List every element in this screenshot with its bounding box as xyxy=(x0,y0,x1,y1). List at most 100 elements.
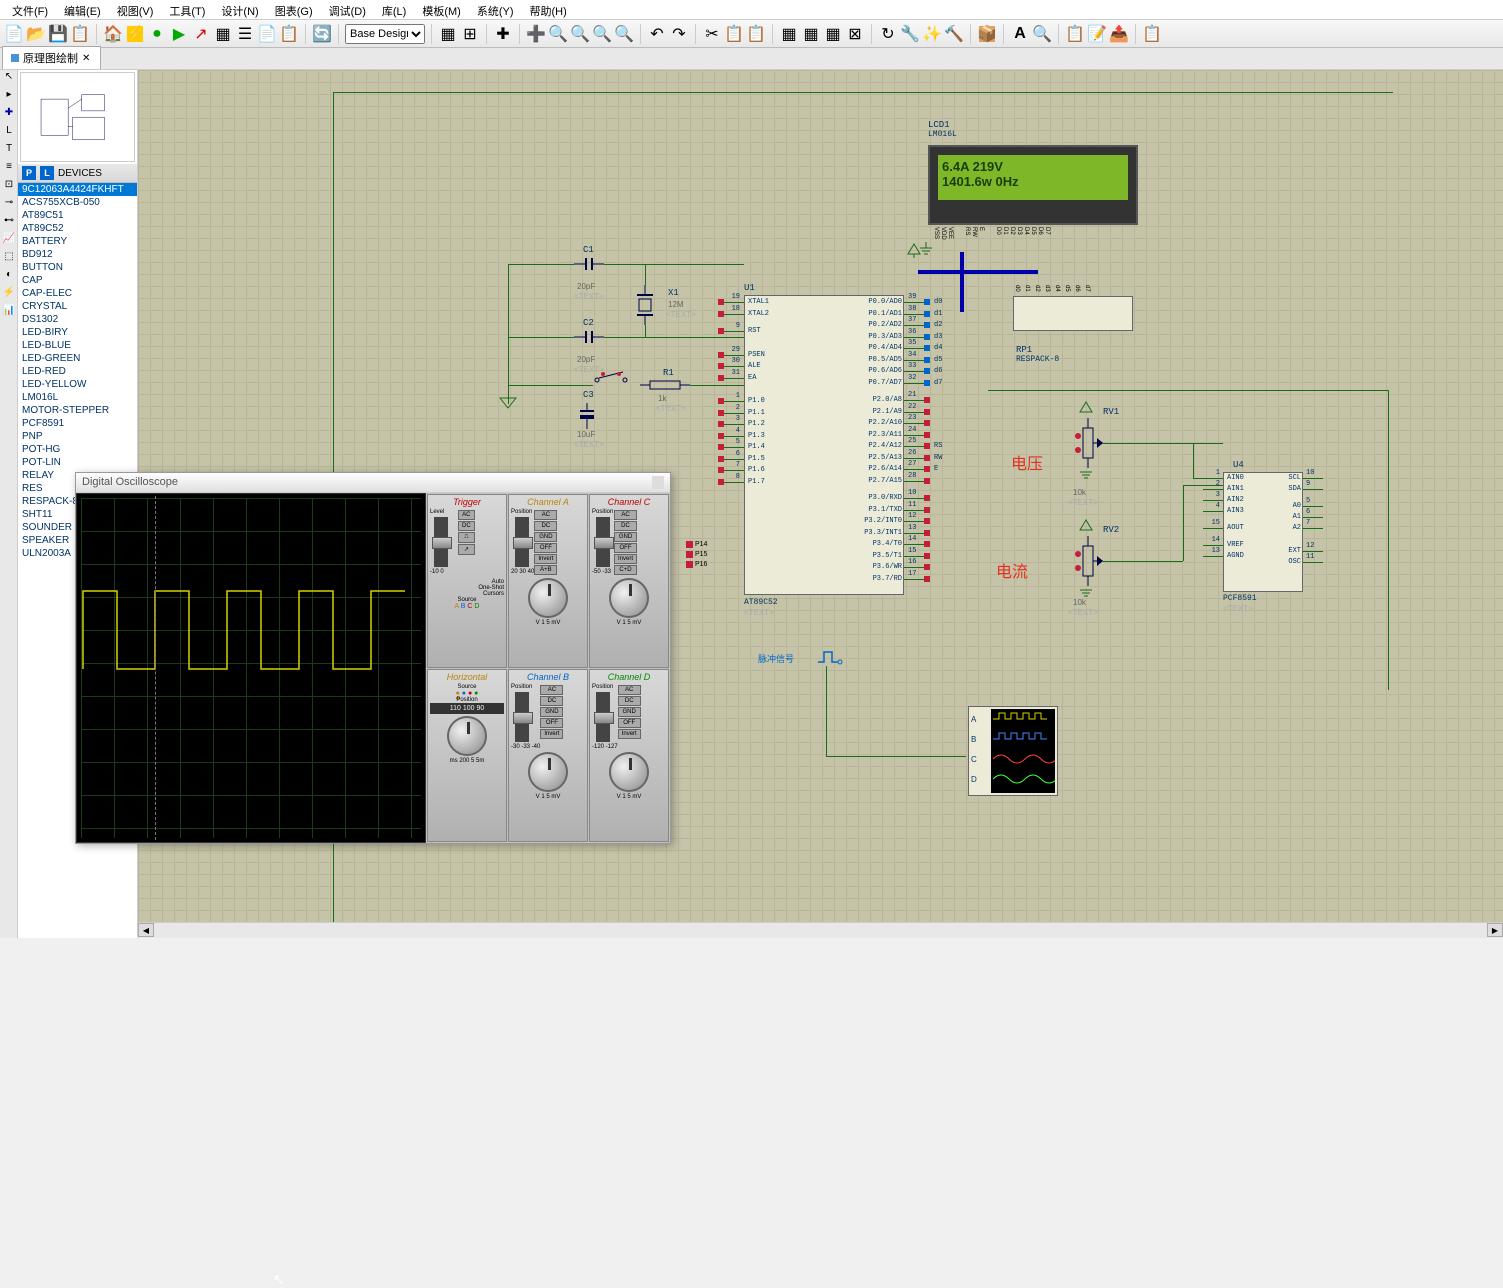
wand-icon[interactable]: ✨ xyxy=(924,26,940,42)
list-item[interactable]: POT-LIN xyxy=(18,456,137,469)
tool-tape[interactable]: ⬚ xyxy=(1,251,17,267)
scroll-left-icon[interactable]: ◀ xyxy=(138,923,154,937)
horiz-timebase-knob[interactable] xyxy=(447,716,487,756)
tool-probe[interactable]: ⚡ xyxy=(1,287,17,303)
tool-select[interactable]: ↖ xyxy=(1,71,17,87)
ch-c-vdiv-knob[interactable] xyxy=(609,578,649,618)
h-scrollbar[interactable]: ◀ ▶ xyxy=(138,922,1503,938)
trigger-slope-button[interactable]: ↗ xyxy=(458,544,475,555)
list-item[interactable]: BUTTON xyxy=(18,261,137,274)
list-item[interactable]: LED-GREEN xyxy=(18,352,137,365)
trigger-ac-button[interactable]: AC xyxy=(458,510,475,520)
zoom-fit-icon[interactable]: 🔍 xyxy=(594,26,610,42)
list-item[interactable]: BD912 xyxy=(18,248,137,261)
block-icon[interactable]: ▦ xyxy=(781,26,797,42)
menu-template[interactable]: 模板(M) xyxy=(414,0,469,19)
menu-design[interactable]: 设计(N) xyxy=(213,0,266,19)
oscilloscope-window[interactable]: Digital Oscilloscope Trigger Level -10 0 xyxy=(75,472,671,844)
home-icon[interactable]: 🏠 xyxy=(105,26,121,42)
ch-d-vdiv-knob[interactable] xyxy=(609,752,649,792)
ch-b-gnd-button[interactable]: GND xyxy=(540,707,563,717)
preview-pane[interactable] xyxy=(20,72,135,162)
cut-icon[interactable]: ✂ xyxy=(704,26,720,42)
new-icon[interactable]: 📄 xyxy=(6,26,22,42)
ch-d-gnd-button[interactable]: GND xyxy=(618,707,641,717)
menu-system[interactable]: 系统(Y) xyxy=(469,0,522,19)
menu-file[interactable]: 文件(F) xyxy=(4,0,56,19)
menu-edit[interactable]: 编辑(E) xyxy=(56,0,109,19)
ch-c-ac-button[interactable]: AC xyxy=(614,510,637,520)
export-icon[interactable]: 📤 xyxy=(1111,26,1127,42)
xtal-symbol[interactable] xyxy=(635,285,655,325)
ch-d-invert-button[interactable]: Invert xyxy=(618,729,641,739)
mini-scope[interactable]: A B C D xyxy=(968,706,1058,796)
pointer-icon[interactable]: ➕ xyxy=(528,26,544,42)
menu-library[interactable]: 库(L) xyxy=(374,0,414,19)
ch-a-vdiv-knob[interactable] xyxy=(528,578,568,618)
redo-icon[interactable]: ↷ xyxy=(671,26,687,42)
paste-icon[interactable]: 📋 xyxy=(748,26,764,42)
copy-icon[interactable]: 📋 xyxy=(726,26,742,42)
ch-b-pos-slider[interactable] xyxy=(515,692,529,742)
button-symbol[interactable] xyxy=(593,370,629,384)
ch-c-invert-button[interactable]: Invert xyxy=(614,554,637,564)
tool-text[interactable]: T xyxy=(1,143,17,159)
list-item[interactable]: DS1302 xyxy=(18,313,137,326)
zoom-out-icon[interactable]: 🔍 xyxy=(572,26,588,42)
trigger-dc-button[interactable]: DC xyxy=(458,521,475,531)
hammer-icon[interactable]: 🔨 xyxy=(946,26,962,42)
menu-chart[interactable]: 图表(G) xyxy=(267,0,321,19)
list-item[interactable]: 9C12063A4424FKHFT xyxy=(18,183,137,196)
ch-d-off-button[interactable]: OFF xyxy=(618,718,641,728)
erc-icon[interactable]: 📝 xyxy=(1089,26,1105,42)
sheet-icon[interactable]: ▦ xyxy=(440,26,456,42)
tab-schematic[interactable]: 原理图绘制 ✕ xyxy=(2,46,101,69)
list-item[interactable]: LED-BLUE xyxy=(18,339,137,352)
list-item[interactable]: LED-BIRY xyxy=(18,326,137,339)
list-item[interactable]: CAP xyxy=(18,274,137,287)
ch-a-ab-button[interactable]: A+B xyxy=(534,565,557,575)
zoom-area-icon[interactable]: 🔍 xyxy=(616,26,632,42)
tool-instrument[interactable]: 📊 xyxy=(1,305,17,321)
scope-close-icon[interactable] xyxy=(652,476,664,489)
center-icon[interactable]: ✚ xyxy=(495,26,511,42)
grid-icon[interactable]: ▦ xyxy=(215,26,231,42)
scope-titlebar[interactable]: Digital Oscilloscope xyxy=(76,473,670,493)
menu-tools[interactable]: 工具(T) xyxy=(161,0,213,19)
pcb-mode-icon[interactable]: ● xyxy=(149,26,165,42)
list-item[interactable]: BATTERY xyxy=(18,235,137,248)
props-icon[interactable]: 📋 xyxy=(1067,26,1083,42)
list-item[interactable]: LED-RED xyxy=(18,365,137,378)
rp1-component[interactable] xyxy=(1013,296,1133,331)
ch-b-ac-button[interactable]: AC xyxy=(540,685,563,695)
refresh-icon[interactable]: 🔄 xyxy=(314,26,330,42)
pick-button[interactable]: P xyxy=(22,166,36,180)
ch-b-off-button[interactable]: OFF xyxy=(540,718,563,728)
list-item[interactable]: AT89C52 xyxy=(18,222,137,235)
scroll-right-icon[interactable]: ▶ xyxy=(1487,923,1503,937)
list-item[interactable]: POT-HG xyxy=(18,443,137,456)
ch-d-ac-button[interactable]: AC xyxy=(618,685,641,695)
list-item[interactable]: PCF8591 xyxy=(18,417,137,430)
list-item[interactable]: LM016L xyxy=(18,391,137,404)
list-item[interactable]: AT89C51 xyxy=(18,209,137,222)
tool-icon[interactable]: 🔧 xyxy=(902,26,918,42)
r1-symbol[interactable] xyxy=(640,380,690,390)
arrow-icon[interactable]: ↗ xyxy=(193,26,209,42)
undo-icon[interactable]: ↶ xyxy=(649,26,665,42)
rv2-symbol[interactable] xyxy=(1073,536,1103,586)
c1-symbol[interactable] xyxy=(574,258,604,270)
ch-d-dc-button[interactable]: DC xyxy=(618,696,641,706)
ch-c-gnd-button[interactable]: GND xyxy=(614,532,637,542)
close-icon[interactable]: 📋 xyxy=(72,26,88,42)
c3-symbol[interactable] xyxy=(580,403,594,429)
ch-a-dc-button[interactable]: DC xyxy=(534,521,557,531)
ch-a-gnd-button[interactable]: GND xyxy=(534,532,557,542)
doc-icon[interactable]: 📄 xyxy=(259,26,275,42)
ch-d-pos-slider[interactable] xyxy=(596,692,610,742)
tool-pin[interactable]: ⊷ xyxy=(1,215,17,231)
package-icon[interactable]: 📦 xyxy=(979,26,995,42)
tool-bus[interactable]: ≡ xyxy=(1,161,17,177)
horiz-source-opts[interactable]: ● ● ● ● xyxy=(430,690,504,697)
text-icon[interactable]: A xyxy=(1012,26,1028,42)
